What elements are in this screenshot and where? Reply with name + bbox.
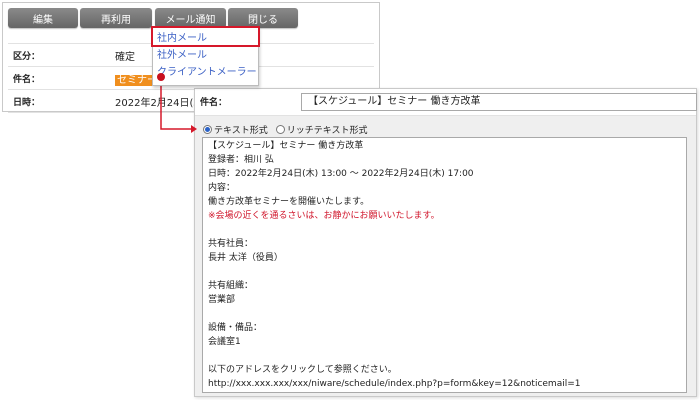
menu-item-client-mailer[interactable]: クライアントメーラー bbox=[153, 64, 258, 81]
callout-dot bbox=[157, 73, 165, 81]
menu-item-internal-mail[interactable]: 社内メール bbox=[153, 30, 258, 47]
menu-item-external-mail[interactable]: 社外メール bbox=[153, 47, 258, 64]
mail-notify-menu: 社内メール 社外メール クライアントメーラー bbox=[152, 27, 259, 86]
callout-arrow bbox=[160, 77, 197, 133]
